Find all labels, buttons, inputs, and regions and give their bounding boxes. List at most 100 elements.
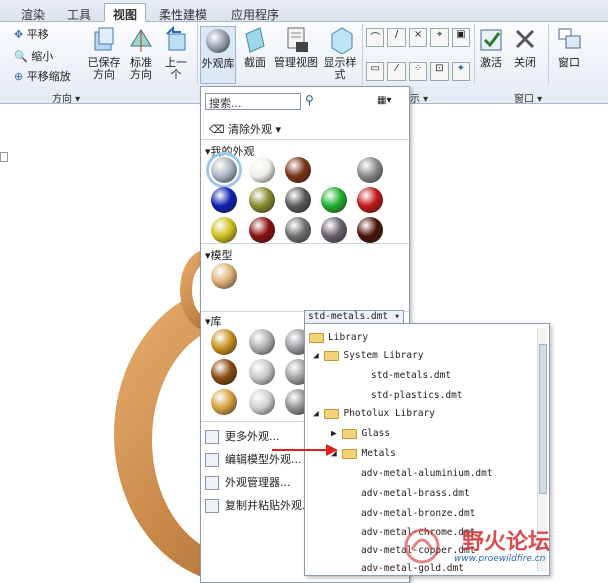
axis-display-icon[interactable]: / — [387, 28, 406, 47]
model-header[interactable]: ▾模型 — [205, 247, 233, 263]
my-appearance-swatch[interactable] — [249, 157, 275, 183]
point-tag-icon[interactable]: ⁘ — [408, 62, 428, 81]
datum-toggle-row-2: ▭ ⁄ ⁘ ⊡ ✦ — [366, 62, 471, 84]
display-toggle-grid: ⌒ / × ⌖ ▣ ▭ ⁄ ⁘ ⊡ ✦ — [366, 28, 471, 84]
plane-tag-icon[interactable]: ▭ — [366, 62, 385, 81]
ribbon-tabs: 渲染 工具 视图 柔性建模 应用程序 — [0, 0, 608, 22]
group-display[interactable]: 示 ▾ — [410, 90, 428, 105]
close-icon — [515, 29, 535, 49]
sphere-icon — [206, 29, 230, 53]
library-file-dropdown[interactable]: std-metals.dmt ▾ — [304, 310, 404, 324]
manage-views-button[interactable]: 管理视图 — [272, 26, 320, 69]
display-style-button[interactable]: 显示样 式 — [322, 26, 358, 81]
my-appearance-swatch[interactable] — [357, 157, 383, 183]
search-icon[interactable]: ⚲ — [305, 93, 314, 107]
library-appearance-swatch[interactable] — [211, 389, 237, 415]
tree-item-library[interactable]: Library — [309, 332, 368, 343]
clear-appearance-button[interactable]: ⌫ 清除外观 ▾ — [209, 121, 281, 137]
tree-item-photolux-library[interactable]: ◢ Photolux Library — [313, 408, 435, 419]
tab-tools[interactable]: 工具 — [58, 3, 100, 22]
plane-display-icon[interactable]: ⌒ — [366, 28, 385, 47]
tab-flexible-modeling[interactable]: 柔性建模 — [150, 3, 216, 22]
saved-orientation-icon — [94, 27, 114, 51]
tree-item-system-library-label: System Library — [343, 350, 424, 361]
window-icon — [558, 28, 581, 49]
tab-applications[interactable]: 应用程序 — [222, 3, 288, 22]
pan-zoom-button[interactable]: ⊕ 平移缩放 — [14, 68, 71, 84]
more-appearances-item[interactable]: 更多外观... — [205, 428, 280, 444]
close-button[interactable]: 关闭 — [510, 26, 540, 69]
watermark-title: 野火论坛 — [462, 530, 551, 555]
tree-item-std-metals[interactable]: std-metals.dmt — [371, 370, 451, 381]
library-appearance-swatch[interactable] — [249, 359, 275, 385]
folder-open-icon — [309, 332, 324, 343]
previous-label: 上一 个 — [165, 56, 187, 81]
spin-center-icon[interactable]: ✦ — [451, 62, 471, 81]
my-appearance-swatch[interactable] — [321, 217, 347, 243]
activate-button[interactable]: 激活 — [476, 26, 506, 69]
library-appearance-swatch[interactable] — [249, 329, 275, 355]
axis-tag-icon[interactable]: ⁄ — [387, 62, 406, 81]
tree-item-aluminium-label: adv-metal-aluminium.dmt — [361, 468, 493, 479]
window-button[interactable]: 窗口 — [552, 26, 586, 69]
library-header[interactable]: ▾库 — [205, 313, 222, 329]
group-direction[interactable]: 方向 ▾ — [52, 90, 80, 105]
tree-item-brass[interactable]: adv-metal-brass.dmt — [361, 488, 470, 499]
copy-paste-appearance-label: 复制并粘贴外观... — [225, 499, 313, 512]
tree-item-std-metals-label: std-metals.dmt — [371, 370, 452, 381]
tree-item-std-plastics-label: std-plastics.dmt — [371, 390, 463, 401]
copy-paste-appearance-item[interactable]: 复制并粘贴外观... — [205, 497, 313, 513]
zoom-out-button[interactable]: 🔍 缩小 — [14, 48, 53, 64]
standard-orientation-button[interactable]: 标准 方向 — [126, 26, 156, 81]
watermark: 野火论坛 www.proewildfire.cn — [402, 520, 602, 576]
tree-item-bronze-label: adv-metal-bronze.dmt — [361, 508, 476, 519]
pan-button[interactable]: ✥ 平移 — [14, 26, 49, 42]
scroll-thumb[interactable] — [539, 344, 547, 494]
csys-display-icon[interactable]: ⌖ — [430, 28, 449, 47]
my-appearance-swatch[interactable] — [357, 217, 383, 243]
my-appearance-swatch[interactable] — [285, 217, 311, 243]
csys-tag-icon[interactable]: ⊡ — [430, 62, 449, 81]
tab-render[interactable]: 渲染 — [12, 3, 54, 22]
my-appearance-swatch[interactable] — [285, 157, 311, 183]
my-appearance-swatch[interactable] — [249, 187, 275, 213]
tree-item-library-label: Library — [328, 332, 369, 343]
group-window[interactable]: 窗口 ▾ — [514, 90, 542, 105]
tree-item-system-library[interactable]: ◢ System Library — [313, 350, 424, 361]
section-icon — [245, 27, 265, 53]
tab-view[interactable]: 视图 — [104, 3, 147, 22]
my-appearance-swatch[interactable] — [249, 217, 275, 243]
saved-orientation-button[interactable]: 已保存 方向 — [86, 26, 122, 81]
tree-item-glass[interactable]: ▶ Glass — [331, 428, 390, 439]
my-appearance-swatch[interactable] — [357, 187, 383, 213]
library-appearance-swatch[interactable] — [211, 329, 237, 355]
library-appearance-swatch[interactable] — [211, 359, 237, 385]
zoom-out-icon: 🔍 — [14, 50, 28, 63]
previous-button[interactable]: 上一 个 — [160, 25, 192, 81]
tree-item-aluminium[interactable]: adv-metal-aluminium.dmt — [361, 468, 493, 479]
tree-item-bronze[interactable]: adv-metal-bronze.dmt — [361, 508, 475, 519]
view-options-icon[interactable]: ▦▾ — [377, 95, 391, 106]
my-appearance-swatch[interactable] — [206, 152, 242, 188]
point-display-icon[interactable]: × — [408, 28, 428, 47]
appearance-library-button[interactable]: 外观库 — [200, 26, 236, 84]
folder-icon — [342, 428, 358, 439]
my-appearances-header[interactable]: ▾我的外观 — [205, 143, 255, 159]
search-box[interactable]: 搜索... — [205, 93, 301, 110]
appearance-manager-item[interactable]: 外观管理器... — [205, 474, 291, 490]
section-button[interactable]: 截面 — [240, 26, 270, 69]
eraser-icon: ⌫ — [209, 123, 225, 136]
my-appearance-swatch[interactable] — [211, 187, 237, 213]
canvas-side-icon[interactable] — [0, 152, 8, 162]
red-arrow-annotation — [272, 444, 338, 456]
model-appearance-swatch[interactable] — [211, 263, 237, 289]
my-appearance-swatch[interactable] — [285, 187, 311, 213]
appearance-manager-label: 外观管理器... — [225, 476, 291, 489]
library-appearance-swatch[interactable] — [249, 389, 275, 415]
folder-open-icon — [324, 408, 340, 419]
annotation-display-icon[interactable]: ▣ — [451, 28, 471, 47]
tree-item-std-plastics[interactable]: std-plastics.dmt — [371, 390, 463, 401]
my-appearance-swatch[interactable] — [321, 187, 347, 213]
my-appearance-swatch[interactable] — [211, 217, 237, 243]
tree-item-metals[interactable]: ◢ Metals — [331, 448, 396, 459]
